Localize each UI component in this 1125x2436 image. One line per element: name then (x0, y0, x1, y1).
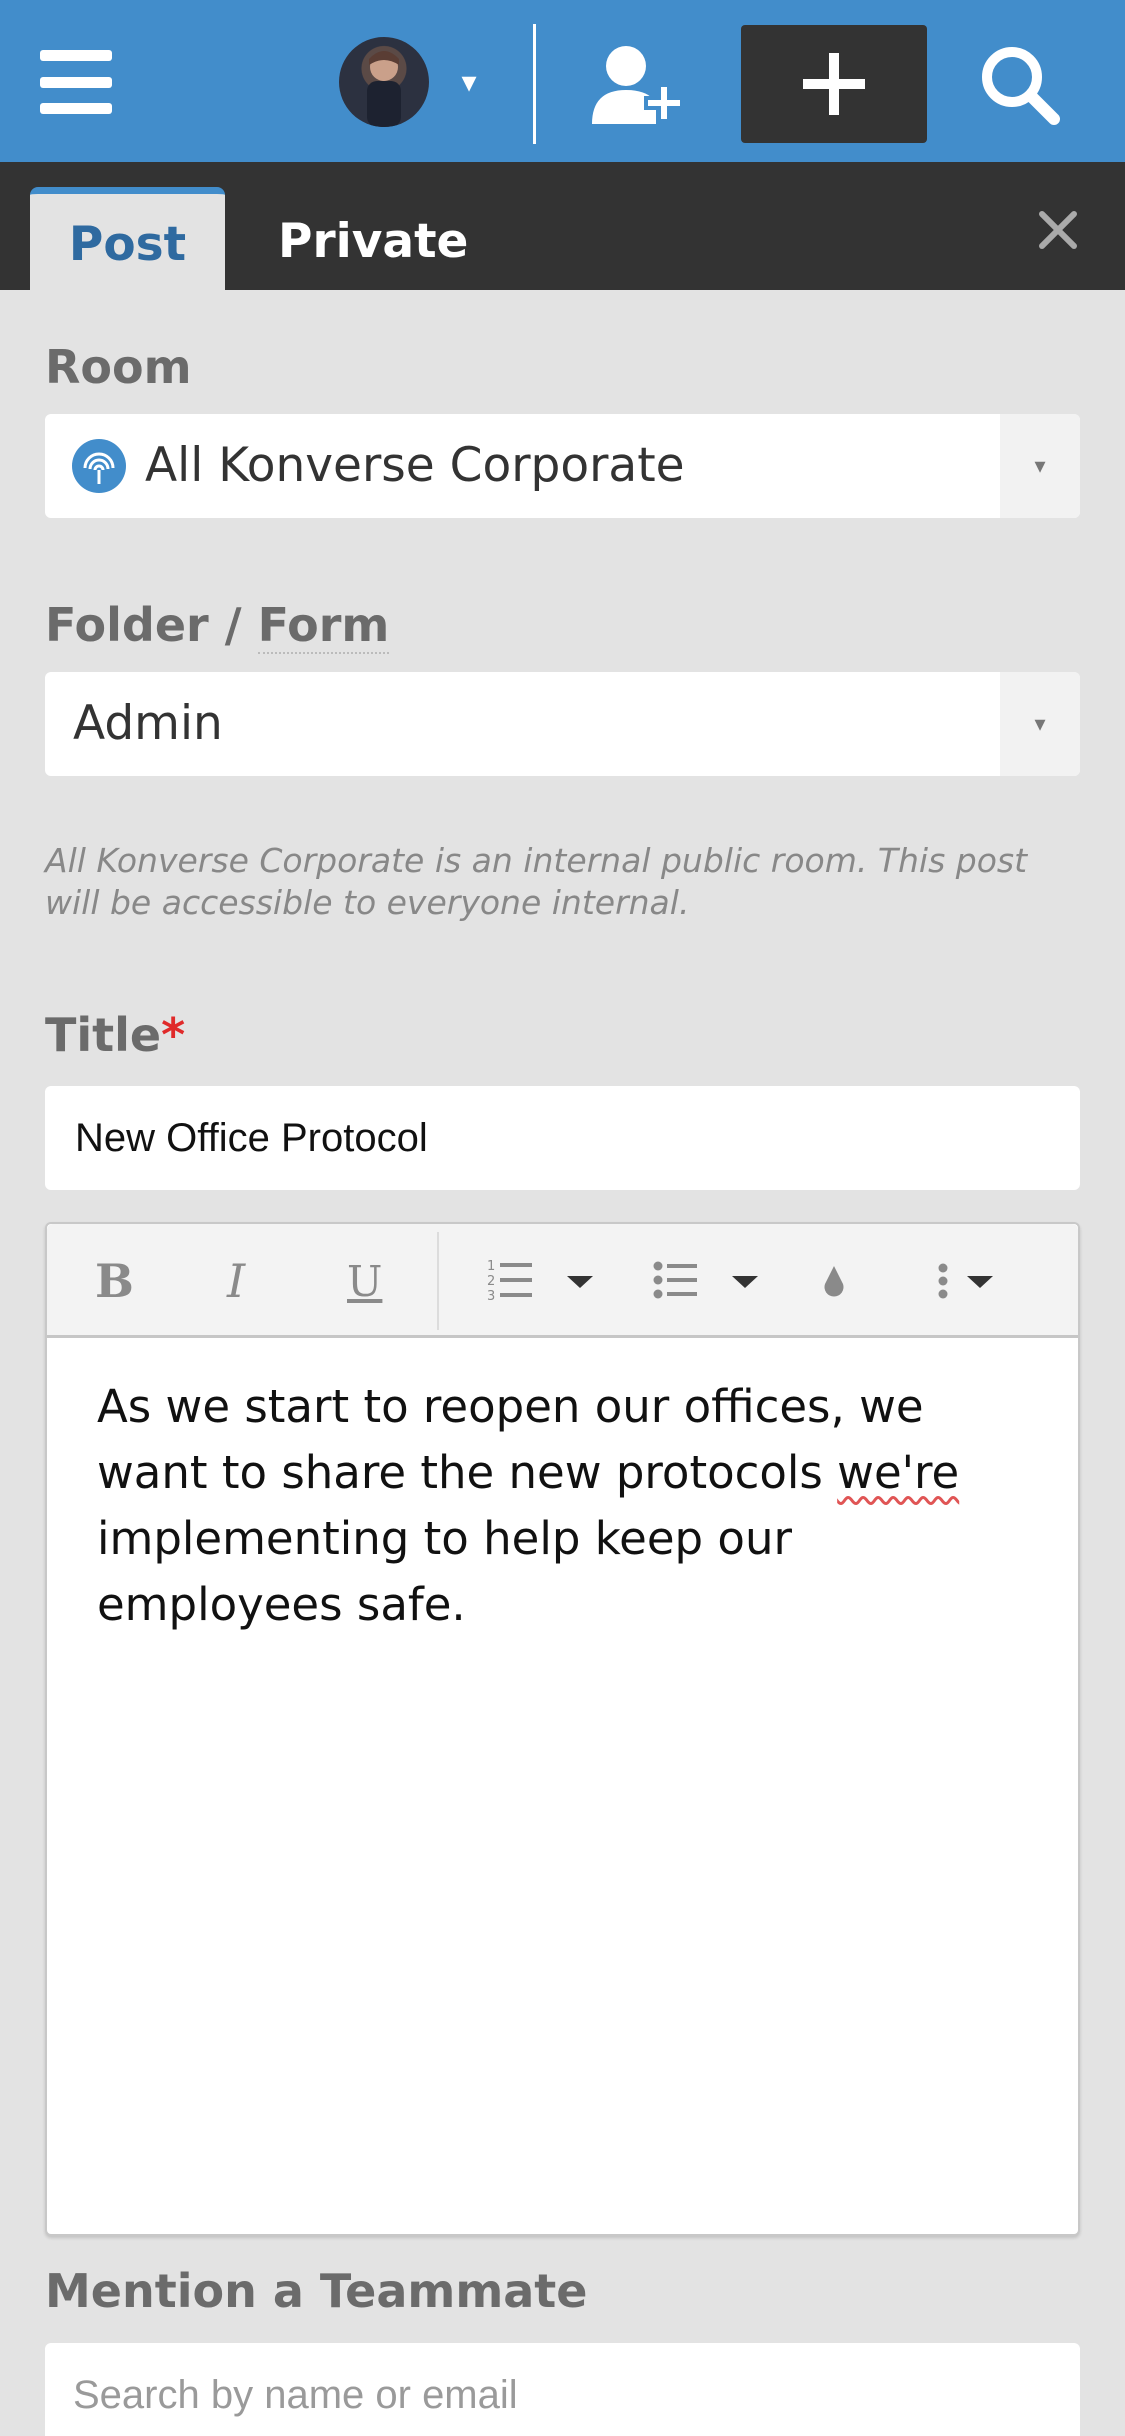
numbered-list-button[interactable]: 1 2 3 (487, 1251, 607, 1311)
italic-button[interactable]: I (227, 1251, 245, 1311)
hamburger-menu-icon[interactable] (40, 50, 112, 114)
body-text: As we start to reopen our offices, we wa… (97, 1380, 924, 1499)
folder-label: Folder / Form (45, 598, 390, 654)
bold-button[interactable]: B (95, 1251, 134, 1311)
folder-select[interactable]: Admin ▾ (45, 672, 1080, 776)
close-icon[interactable] (1034, 206, 1082, 254)
mention-label: Mention a Teammate (45, 2264, 588, 2318)
search-icon[interactable] (975, 40, 1065, 130)
top-bar: ▾ (0, 0, 1125, 162)
underline-button[interactable]: U (347, 1251, 382, 1311)
more-vertical-icon (938, 1263, 993, 1299)
add-user-icon[interactable] (585, 40, 690, 130)
chevron-down-icon[interactable]: ▾ (1000, 414, 1080, 518)
compose-tab-bar: Post Private (0, 162, 1125, 290)
room-value: All Konverse Corporate (145, 438, 685, 493)
room-label: Room (45, 340, 192, 394)
mention-search-input[interactable] (45, 2343, 1080, 2436)
form-link[interactable]: Form (257, 598, 390, 654)
body-text: implementing to help keep our employees … (97, 1512, 792, 1631)
misspelled-word[interactable]: we're (837, 1446, 959, 1499)
chevron-down-icon[interactable]: ▾ (1000, 672, 1080, 776)
required-mark: * (161, 1008, 186, 1062)
tab-post[interactable]: Post (30, 187, 225, 290)
title-input[interactable] (45, 1086, 1080, 1190)
account-dropdown-caret[interactable]: ▾ (454, 62, 484, 102)
ink-drop-icon (824, 1266, 844, 1297)
title-label: Title* (45, 1008, 185, 1062)
text-color-button[interactable] (819, 1251, 849, 1311)
room-select[interactable]: All Konverse Corporate ▾ (45, 414, 1080, 518)
room-visibility-hint: All Konverse Corporate is an internal pu… (45, 841, 1028, 922)
svg-text:3: 3 (487, 1289, 495, 1304)
toolbar-separator (437, 1232, 439, 1330)
bullet-list-button[interactable] (652, 1251, 772, 1311)
svg-text:2: 2 (487, 1274, 495, 1289)
editor-text-area[interactable]: As we start to reopen our offices, we wa… (97, 1374, 1027, 1638)
broadcast-icon (72, 439, 126, 493)
title-label-text: Title (45, 1008, 162, 1062)
toolbar-divider (533, 24, 536, 144)
folder-value: Admin (73, 696, 223, 751)
plus-icon (803, 53, 865, 115)
more-options-button[interactable] (937, 1251, 1007, 1311)
bullet-list-icon (653, 1261, 758, 1299)
post-body-editor: B I U 1 2 3 As we start to reopen our of… (45, 1222, 1080, 2236)
tab-private[interactable]: Private (278, 212, 468, 272)
editor-toolbar: B I U 1 2 3 (47, 1224, 1078, 1338)
svg-text:1: 1 (487, 1259, 495, 1274)
new-post-button[interactable] (741, 25, 927, 143)
numbered-list-icon: 1 2 3 (487, 1259, 593, 1304)
avatar[interactable] (339, 37, 429, 127)
folder-label-text: Folder / (45, 598, 258, 652)
